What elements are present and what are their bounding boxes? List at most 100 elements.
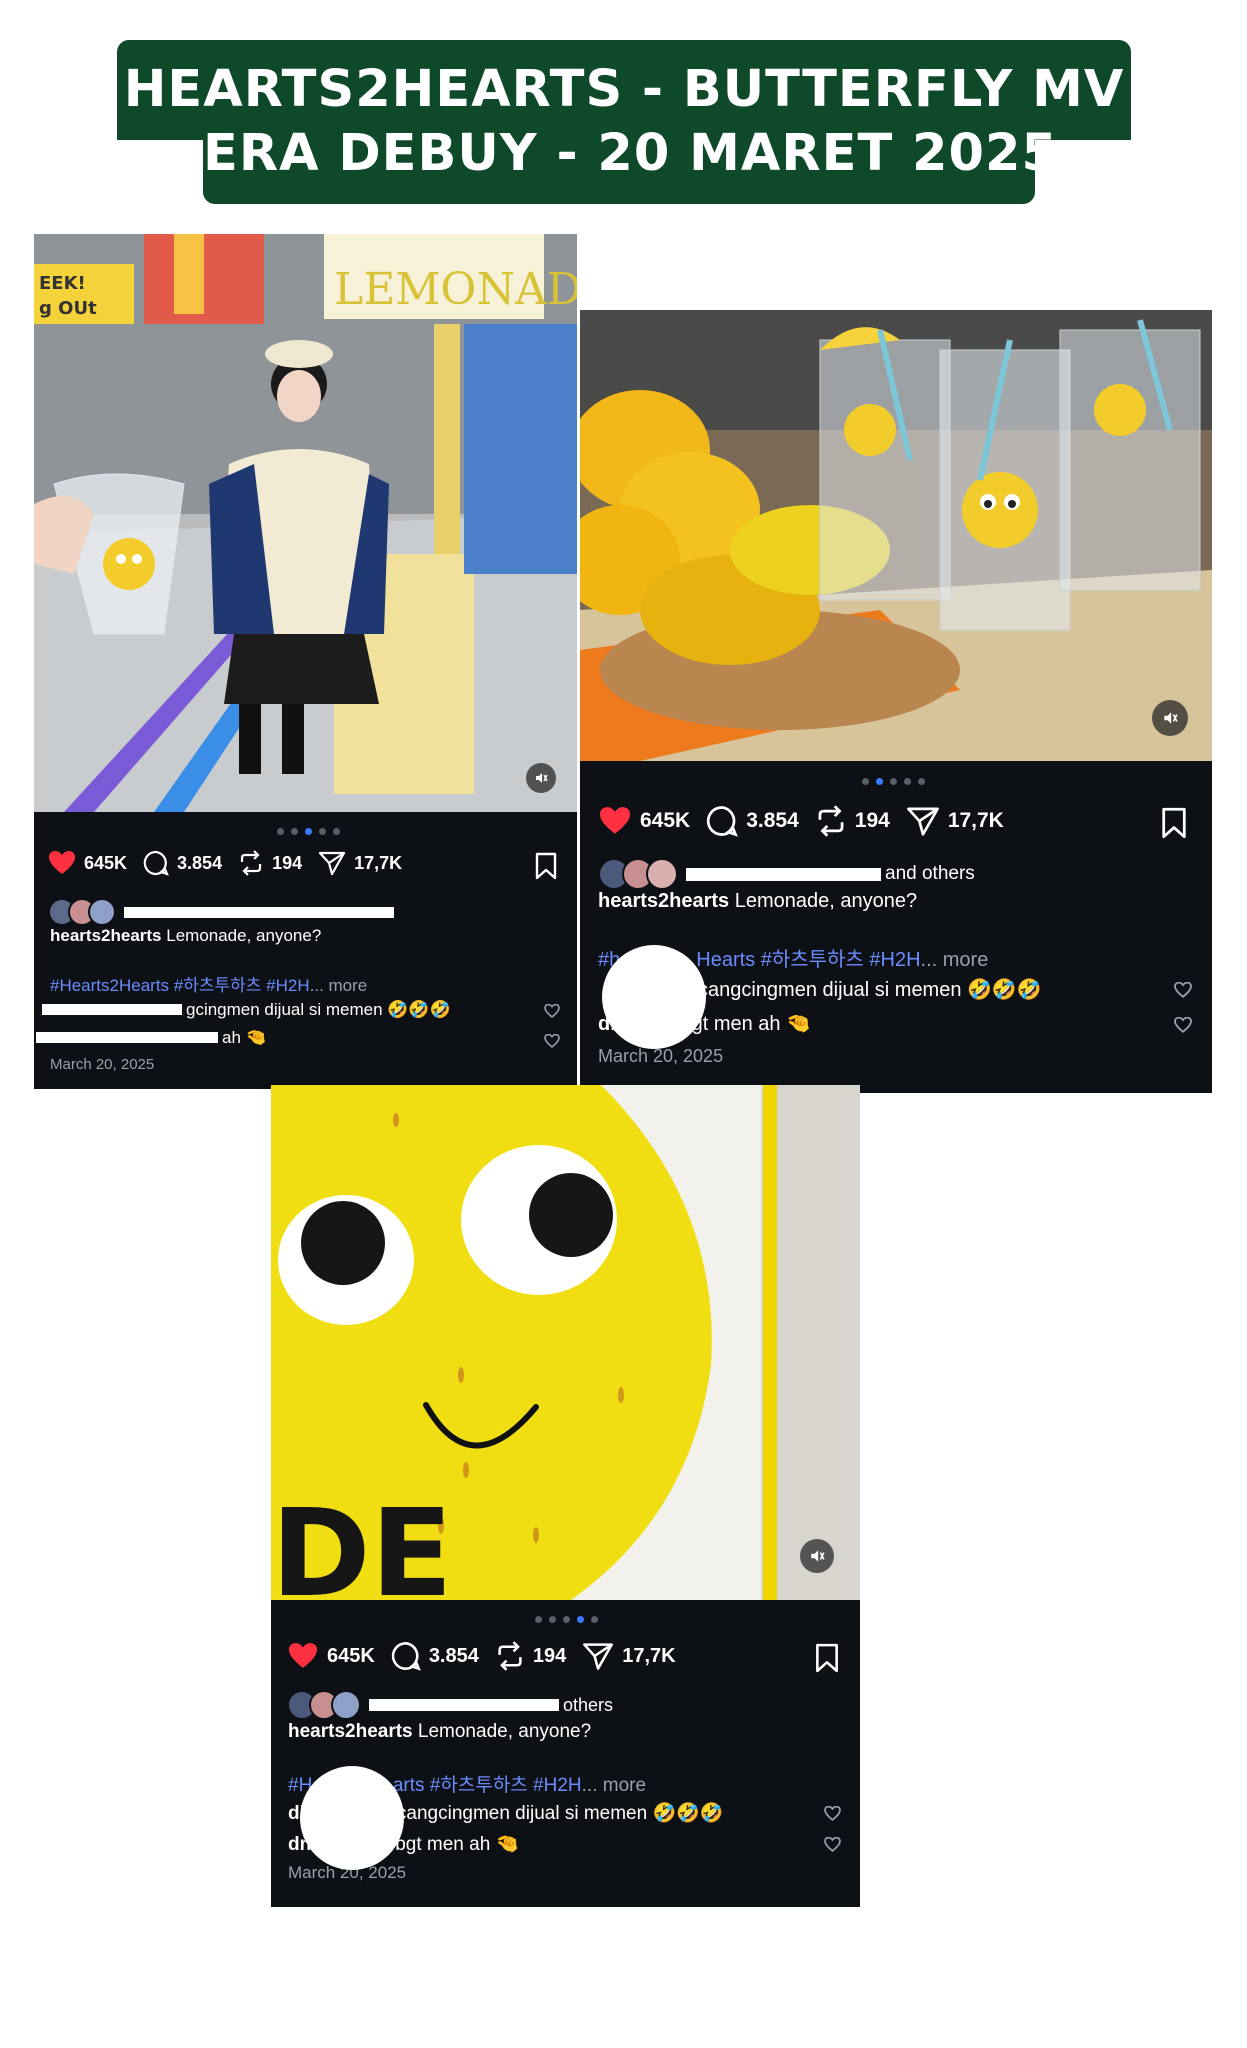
mute-button[interactable] [1152, 700, 1188, 736]
carousel-dot [277, 828, 284, 835]
comment-icon [391, 1642, 421, 1671]
comment-like-button[interactable] [544, 1003, 560, 1023]
carousel-dot-active [577, 1616, 584, 1623]
redaction [686, 867, 881, 881]
post-image[interactable] [580, 310, 1212, 761]
liked-by-row[interactable]: others [287, 1690, 613, 1720]
repost-icon [498, 1641, 522, 1671]
comment-like-button[interactable] [824, 1836, 841, 1857]
comment-text: cangcingmen dijual si memen 🤣🤣🤣 [396, 1803, 724, 1824]
post-card-2: 645K 3.854 194 17,7K and others hearts2h… [580, 310, 1212, 1093]
heart-outline-icon [1174, 1016, 1192, 1033]
comment-like-button[interactable] [544, 1033, 560, 1053]
send-icon [319, 851, 346, 876]
caption-text: Lemonade, anyone? [166, 926, 322, 945]
comment-button[interactable]: 3.854 [143, 850, 222, 876]
lemonade-sign: LEMONADE [334, 264, 577, 315]
send-icon [906, 807, 939, 836]
comment-text: gcingmen dijual si memen 🤣🤣🤣 [186, 1000, 451, 1019]
repost-button[interactable]: 194 [495, 1641, 566, 1671]
caption-username[interactable]: hearts2hearts [598, 890, 729, 912]
share-button[interactable]: 17,7K [582, 1641, 676, 1671]
speaker-muted-icon [811, 1550, 825, 1562]
save-button[interactable] [814, 1643, 840, 1678]
privacy-blur-circle [602, 945, 706, 1049]
repost-button[interactable]: 194 [238, 850, 302, 876]
redaction [124, 906, 394, 918]
like-button[interactable]: 645K [48, 850, 127, 876]
share-button[interactable]: 17,7K [318, 850, 402, 876]
bookmark-icon [1162, 807, 1186, 839]
caption-username[interactable]: hearts2hearts [288, 1721, 413, 1742]
comment-button[interactable]: 3.854 [391, 1641, 479, 1671]
like-count: 645K [640, 809, 691, 832]
carousel-dot [535, 1616, 542, 1623]
bookmark-icon [535, 852, 557, 880]
caption: hearts2hearts Lemonade, anyone? [598, 890, 917, 913]
mute-button[interactable] [526, 763, 556, 793]
liked-by-row[interactable] [48, 898, 398, 926]
comment-row-1: gcingmen dijual si memen 🤣🤣🤣 [42, 1000, 451, 1020]
carousel-dot [862, 778, 869, 785]
share-button[interactable]: 17,7K [906, 805, 1004, 837]
like-button[interactable]: 645K [287, 1642, 375, 1670]
like-button[interactable]: 645K [598, 806, 690, 836]
comment-button[interactable]: 3.854 [706, 805, 799, 837]
hashtags[interactable]: Hearts #하츠투하츠 #H2H [696, 949, 920, 971]
post-image[interactable]: EEK! g OUt LEMONADE [34, 234, 577, 812]
hashtags[interactable]: #Hearts2Hearts #하츠투하츠 #H2H [50, 976, 310, 995]
sign-letters: DE [271, 1485, 453, 1600]
post-image[interactable]: DE [271, 1085, 860, 1600]
repost-button[interactable]: 194 [815, 805, 890, 837]
caption: hearts2hearts Lemonade, anyone? [50, 926, 321, 946]
carousel-dot [591, 1616, 598, 1623]
privacy-blur-circle [300, 1766, 404, 1870]
more-link[interactable]: ... more [582, 1775, 646, 1796]
post-date: March 20, 2025 [598, 1046, 724, 1066]
post-date: March 20, 2025 [50, 1056, 155, 1073]
caption-username[interactable]: hearts2hearts [50, 926, 162, 945]
heart-outline-icon [824, 1836, 841, 1852]
avatar [88, 898, 116, 926]
post-card-3: DE 645K 3.854 194 17,7K others hearts2he… [271, 1085, 860, 1907]
save-button[interactable] [1160, 807, 1188, 844]
redaction [36, 1032, 218, 1043]
repost-count: 194 [854, 809, 890, 832]
carousel-dots [277, 828, 340, 835]
hashtags-row: #Hearts2Hearts #하츠투하츠 #H2H... more [50, 971, 367, 996]
post-card-1: EEK! g OUt LEMONADE [34, 234, 577, 1089]
carousel-dot [904, 778, 911, 785]
heart-filled-icon [600, 807, 630, 834]
comment-icon [707, 806, 739, 837]
more-link[interactable]: ... more [921, 949, 989, 971]
save-button[interactable] [534, 852, 558, 885]
hashtags[interactable]: arts #하츠투하츠 #H2H [393, 1775, 582, 1796]
liked-by-row[interactable]: and others [598, 858, 975, 890]
action-bar: 645K 3.854 194 17,7K [598, 805, 1212, 837]
heart-outline-icon [824, 1805, 841, 1821]
more-link[interactable]: ... more [310, 976, 368, 995]
action-bar: 645K 3.854 194 17,7K [287, 1641, 860, 1671]
carousel-dot [918, 778, 925, 785]
carousel-dot [890, 778, 897, 785]
mute-button[interactable] [800, 1539, 834, 1573]
carousel-dot [563, 1616, 570, 1623]
comment-like-button[interactable] [1174, 981, 1192, 1003]
carousel-dots [862, 778, 925, 785]
caption-text: Lemonade, anyone? [734, 890, 918, 912]
avatar [646, 858, 678, 890]
heart-outline-icon [1174, 981, 1192, 998]
speaker-muted-icon [536, 773, 548, 783]
redaction [369, 1699, 559, 1711]
comment-like-button[interactable] [1174, 1016, 1192, 1038]
comment-icon [143, 850, 169, 876]
comment-like-button[interactable] [824, 1805, 841, 1826]
carousel-dots [535, 1616, 598, 1623]
comment-count: 3.854 [428, 1644, 479, 1667]
repost-count: 194 [272, 852, 303, 873]
liker-avatars [598, 858, 678, 890]
title-banner-line2: ERA DEBUY - 20 MARET 2025 [203, 120, 1057, 204]
send-icon [583, 1643, 614, 1670]
comment-count: 3.854 [177, 852, 223, 873]
banner-text: EEK! [39, 273, 86, 294]
